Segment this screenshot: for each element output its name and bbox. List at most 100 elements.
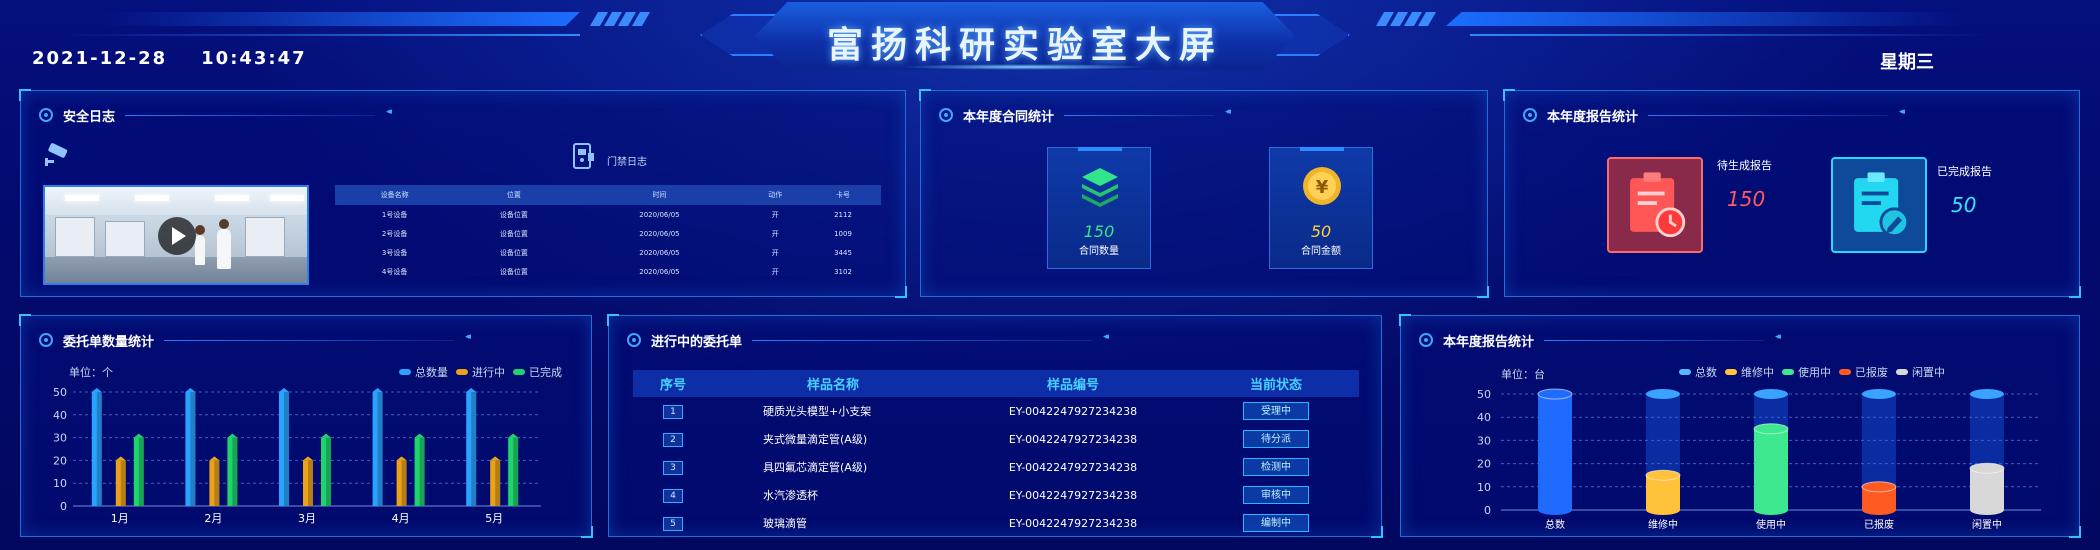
bar-cap bbox=[91, 388, 102, 392]
table-row[interactable]: 3号设备 设备位置 2020/06/05 开 3445 bbox=[335, 243, 881, 262]
row-index: 2 bbox=[663, 432, 683, 447]
header: 富扬科研实验室大屏 2021-12-28 10:43:47 星期三 bbox=[0, 0, 2100, 80]
panel-title: 进行中的委托单 bbox=[627, 330, 1106, 350]
completed-report-value: 50 bbox=[1951, 193, 1977, 217]
svg-text:¥: ¥ bbox=[1316, 177, 1329, 198]
column-header: 卡号 bbox=[805, 185, 881, 205]
bar-shade bbox=[138, 437, 144, 506]
bar-shade bbox=[120, 460, 126, 506]
header-decor-bar-right bbox=[1446, 12, 1966, 26]
column-header: 设备名称 bbox=[335, 185, 455, 205]
table-row[interactable]: 5 玻璃滴管 EY-0042247927234238 编制中 bbox=[633, 509, 1359, 537]
bar bbox=[1969, 389, 2005, 515]
y-tick-label: 10 bbox=[1477, 481, 1491, 494]
datetime: 2021-12-28 10:43:47 bbox=[32, 48, 307, 69]
bar-shade bbox=[284, 392, 289, 506]
bar-track-cap bbox=[1862, 389, 1896, 399]
table-row[interactable]: 1号设备 设备位置 2020/06/05 开 2112 bbox=[335, 205, 881, 224]
contract-stats-panel: 本年度合同统计 150 合同数量 ¥ 50 合同金额 bbox=[919, 89, 1489, 298]
completed-report-box[interactable] bbox=[1831, 157, 1927, 253]
sample-code: EY-0042247927234238 bbox=[1008, 516, 1138, 530]
status-badge[interactable]: 检测中 bbox=[1243, 458, 1309, 476]
current-time: 10:43:47 bbox=[201, 48, 307, 69]
bar-track-cap bbox=[1646, 389, 1680, 399]
bar bbox=[279, 388, 289, 506]
door-access-icon bbox=[573, 143, 594, 169]
status-badge[interactable]: 审核中 bbox=[1243, 486, 1309, 504]
cctv-camera-icon bbox=[45, 143, 68, 166]
bar bbox=[303, 456, 313, 506]
row-index: 1 bbox=[663, 404, 683, 419]
security-log-panel: 安全日志 门禁日志 设备名称 位置 时间 动作 卡号 1号 bbox=[19, 89, 907, 298]
pending-report-label: 待生成报告 bbox=[1717, 159, 1772, 172]
play-button[interactable] bbox=[158, 217, 196, 255]
bar-shade bbox=[495, 460, 501, 506]
bar-cap bbox=[466, 388, 477, 392]
page-title: 富扬科研实验室大屏 bbox=[826, 25, 1223, 66]
table-row[interactable]: 4号设备 设备位置 2020/06/05 开 3102 bbox=[335, 262, 881, 281]
y-tick-label: 20 bbox=[1477, 458, 1491, 471]
bar-track-cap bbox=[1754, 389, 1788, 399]
status-badge[interactable]: 受理中 bbox=[1243, 402, 1309, 420]
y-tick-label: 20 bbox=[53, 454, 67, 467]
contract-count-label: 合同数量 bbox=[1079, 246, 1119, 257]
y-tick-label: 10 bbox=[53, 477, 67, 490]
door-log-table: 设备名称 位置 时间 动作 卡号 1号设备 设备位置 2020/06/05 开 2112… bbox=[335, 185, 881, 281]
status-badge[interactable]: 编制中 bbox=[1243, 514, 1309, 532]
sample-name: 具四氟芯滴定管(A级) bbox=[763, 461, 868, 474]
sample-name: 水汽渗透杯 bbox=[763, 489, 818, 502]
order-count-panel: 委托单数量统计 单位：个 总数量 进行中 已完成 010203040501月2月… bbox=[19, 314, 593, 538]
bar bbox=[508, 433, 519, 506]
table-row[interactable]: 1 硬质光头模型+小支架 EY-0042247927234238 受理中 bbox=[633, 397, 1359, 425]
bar bbox=[396, 456, 407, 506]
panel-title: 安全日志 bbox=[39, 105, 389, 125]
bar bbox=[227, 433, 238, 506]
bar-fill bbox=[1970, 468, 2004, 510]
x-tick-label: 维修中 bbox=[1648, 518, 1678, 531]
y-tick-label: 0 bbox=[60, 500, 67, 513]
bar-base bbox=[1970, 505, 2004, 515]
header-stripes-left bbox=[589, 12, 652, 26]
bar-cap bbox=[490, 456, 501, 461]
header-decor-line-right bbox=[1470, 34, 1990, 36]
table-row[interactable]: 3 具四氟芯滴定管(A级) EY-0042247927234238 检测中 bbox=[633, 453, 1359, 481]
bar-cap bbox=[279, 388, 289, 392]
x-tick-label: 3月 bbox=[298, 512, 316, 525]
pending-report-box[interactable] bbox=[1607, 157, 1703, 253]
bar-shade bbox=[401, 460, 407, 506]
bar bbox=[490, 456, 501, 506]
bar-top bbox=[1861, 481, 1897, 493]
x-tick-label: 1月 bbox=[111, 512, 129, 525]
bar-base bbox=[1862, 505, 1896, 515]
bar-shade bbox=[214, 460, 220, 506]
contract-amount-value: 50 bbox=[1310, 222, 1332, 241]
bar-cap bbox=[209, 456, 220, 461]
column-header: 样品编号 bbox=[953, 370, 1193, 397]
column-header: 时间 bbox=[573, 185, 746, 205]
contract-count-value: 150 bbox=[1083, 222, 1115, 241]
table-row[interactable]: 2号设备 设备位置 2020/06/05 开 1009 bbox=[335, 224, 881, 243]
title-dot-icon bbox=[1523, 108, 1537, 122]
surveillance-video[interactable] bbox=[43, 185, 309, 285]
report-stats-chart: 0 10 20 30 40 50 总数 维修中 使用中 已报废 闲置中 bbox=[1477, 388, 2041, 531]
row-index: 4 bbox=[663, 488, 683, 503]
column-header: 位置 bbox=[454, 185, 574, 205]
bar-top bbox=[1969, 462, 2005, 474]
bar bbox=[321, 433, 331, 506]
orders-table: 序号 样品名称 样品编号 当前状态 1 硬质光头模型+小支架 EY-004224… bbox=[633, 370, 1359, 537]
column-header: 样品名称 bbox=[713, 370, 953, 397]
contract-amount-card[interactable]: ¥ 50 合同金额 bbox=[1269, 147, 1373, 269]
x-tick-label: 2月 bbox=[204, 512, 222, 525]
table-row[interactable]: 4 水汽渗透杯 EY-0042247927234238 审核中 bbox=[633, 481, 1359, 509]
bar bbox=[1537, 388, 1573, 515]
header-decor-line-left bbox=[60, 34, 580, 36]
status-badge[interactable]: 待分派 bbox=[1243, 430, 1309, 448]
contract-count-card[interactable]: 150 合同数量 bbox=[1047, 147, 1151, 269]
table-row[interactable]: 2 夹式微量滴定管(A级) EY-0042247927234238 待分派 bbox=[633, 425, 1359, 453]
y-tick-label: 50 bbox=[53, 386, 67, 399]
bar-top bbox=[1537, 388, 1573, 400]
bar-shade bbox=[513, 437, 519, 506]
row-index: 5 bbox=[663, 516, 683, 531]
bar bbox=[133, 433, 144, 506]
column-header: 当前状态 bbox=[1193, 370, 1359, 397]
